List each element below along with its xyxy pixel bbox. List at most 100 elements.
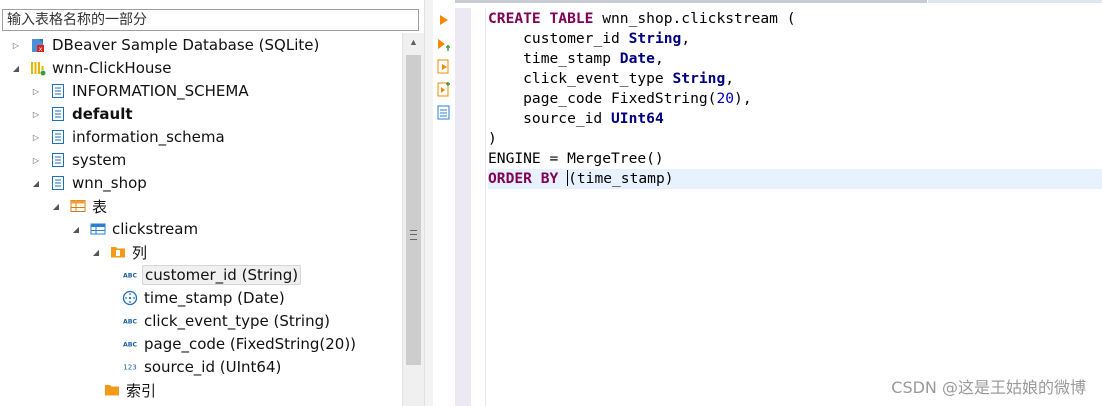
sql-text: , xyxy=(725,70,735,87)
code-line[interactable]: time_stamp Date, xyxy=(488,49,1102,69)
folder-icon xyxy=(104,382,120,398)
num-glyph: 123 xyxy=(123,363,137,372)
scrollbar-thumb[interactable] xyxy=(406,55,421,365)
execute-in-new-tab-button[interactable] xyxy=(436,37,452,53)
collapse-arrow-icon[interactable]: ◢ xyxy=(10,62,22,74)
tree-node-label: INFORMATION_SCHEMA xyxy=(72,82,249,100)
code-line[interactable]: ENGINE = MergeTree() xyxy=(488,149,1102,169)
tree-node-wnn-shop[interactable]: ◢ wnn_shop xyxy=(30,172,149,194)
tree-node-column-time-stamp[interactable]: time_stamp (Date) xyxy=(122,287,287,309)
tree-node-label: system xyxy=(72,151,127,169)
sql-type: UInt64 xyxy=(611,110,664,127)
tree-node-label: wnn-ClickHouse xyxy=(52,59,172,77)
execute-script-button[interactable] xyxy=(436,59,452,75)
code-line[interactable]: ) xyxy=(488,129,1102,149)
table-icon xyxy=(90,221,106,237)
columns-folder-icon xyxy=(110,244,126,260)
tree-node-label: 表 xyxy=(92,197,108,216)
expand-arrow-icon[interactable]: ▷ xyxy=(30,131,42,143)
sql-type: String xyxy=(672,70,726,87)
tree-node-tables-folder[interactable]: ◢ 表 xyxy=(50,195,109,217)
tree-node-default[interactable]: ▷ default xyxy=(30,103,135,125)
number-column-icon: 123 xyxy=(122,359,138,375)
code-line[interactable]: CREATE TABLE wnn_shop.clickstream ( xyxy=(488,9,1102,29)
sql-text: ), xyxy=(734,90,752,107)
string-column-icon: ABC xyxy=(122,313,138,329)
collapse-arrow-icon[interactable]: ◢ xyxy=(50,200,62,212)
tree-node-label: wnn_shop xyxy=(72,174,147,192)
tree-node-label: click_event_type (String) xyxy=(144,312,330,330)
abc-glyph: ABC xyxy=(123,273,138,280)
sql-code-area[interactable]: CREATE TABLE wnn_shop.clickstream ( cust… xyxy=(488,9,1102,189)
navigator-tree: ▷ x DBeaver Sample Database (SQLite) ◢ w… xyxy=(0,33,402,406)
explain-plan-button[interactable] xyxy=(436,105,452,121)
tree-node-label: customer_id (String) xyxy=(142,265,302,285)
sql-text: source_id xyxy=(488,110,612,127)
navigator-scrollbar[interactable]: ▲ xyxy=(402,33,424,406)
sql-editor[interactable]: CREATE TABLE wnn_shop.clickstream ( cust… xyxy=(433,0,1102,406)
tree-node-label: DBeaver Sample Database (SQLite) xyxy=(52,36,320,54)
schema-icon xyxy=(50,175,66,191)
tree-node-column-click-event-type[interactable]: ABC click_event_type (String) xyxy=(122,310,332,332)
database-navigator: ▷ x DBeaver Sample Database (SQLite) ◢ w… xyxy=(0,0,424,406)
code-line[interactable]: click_event_type String, xyxy=(488,69,1102,89)
tree-node-clickstream-table[interactable]: ◢ clickstream xyxy=(70,218,200,240)
code-line[interactable]: ORDER BY (time_stamp) xyxy=(488,169,1102,189)
collapse-arrow-icon[interactable]: ◢ xyxy=(90,246,102,258)
tree-node-sqlite-db[interactable]: ▷ x DBeaver Sample Database (SQLite) xyxy=(10,34,321,56)
tables-folder-icon xyxy=(70,198,86,214)
watermark: CSDN @这是王姑娘的微博 xyxy=(891,378,1086,397)
string-column-icon: ABC xyxy=(122,267,138,283)
tree-node-information-schema-lower[interactable]: ▷ information_schema xyxy=(30,126,227,148)
sql-text: ENGINE = MergeTree() xyxy=(488,150,664,167)
editor-tab-inactive[interactable] xyxy=(928,0,1102,3)
execute-statement-button[interactable] xyxy=(436,12,452,28)
tree-node-label: page_code (FixedString(20)) xyxy=(144,335,357,353)
tree-node-label: default xyxy=(72,105,133,123)
sql-text: customer_id xyxy=(488,30,629,47)
expand-arrow-icon[interactable]: ▷ xyxy=(30,154,42,166)
gutter-separator xyxy=(485,8,486,406)
grip-icon xyxy=(410,230,417,240)
collapse-arrow-icon[interactable]: ◢ xyxy=(30,177,42,189)
scroll-up-arrow-icon[interactable]: ▲ xyxy=(403,33,424,51)
collapse-arrow-icon[interactable]: ◢ xyxy=(70,223,82,235)
clickhouse-icon xyxy=(30,60,46,76)
sql-keyword: CREATE TABLE xyxy=(488,10,594,27)
schema-icon xyxy=(50,152,66,168)
tree-node-clickhouse[interactable]: ◢ wnn-ClickHouse xyxy=(10,57,173,79)
sql-text: , xyxy=(654,50,664,67)
code-line[interactable]: page_code FixedString(20), xyxy=(488,89,1102,109)
editor-annotation-gutter xyxy=(455,8,471,406)
tree-node-column-source-id[interactable]: 123 source_id (UInt64) xyxy=(122,356,283,378)
tree-node-column-customer-id[interactable]: ABC customer_id (String) xyxy=(122,264,302,286)
expand-arrow-icon[interactable]: ▷ xyxy=(30,85,42,97)
schema-icon xyxy=(50,83,66,99)
code-line[interactable]: customer_id String, xyxy=(488,29,1102,49)
abc-glyph: ABC xyxy=(123,319,138,326)
sql-text: (time_stamp) xyxy=(568,170,674,187)
code-line[interactable]: source_id UInt64 xyxy=(488,109,1102,129)
svg-text:x: x xyxy=(39,46,43,53)
tree-node-indexes-folder[interactable]: 索引 xyxy=(104,379,158,401)
sqlite-database-icon: x xyxy=(30,37,46,53)
editor-tab-active[interactable] xyxy=(433,0,927,3)
sql-text: page_code FixedString( xyxy=(488,90,717,107)
sql-type: String xyxy=(628,30,682,47)
sql-keyword: ORDER BY xyxy=(488,170,559,187)
table-filter-input[interactable] xyxy=(2,9,419,31)
tree-node-information-schema-upper[interactable]: ▷ INFORMATION_SCHEMA xyxy=(30,80,251,102)
editor-toolbar xyxy=(433,0,455,406)
sql-text: click_event_type xyxy=(488,70,673,87)
execute-script-new-tab-button[interactable] xyxy=(436,82,452,98)
tree-node-columns-folder[interactable]: ◢ 列 xyxy=(90,241,149,263)
expand-arrow-icon[interactable]: ▷ xyxy=(30,108,42,120)
sql-text: , xyxy=(681,30,691,47)
tree-node-column-page-code[interactable]: ABC page_code (FixedString(20)) xyxy=(122,333,358,355)
sql-number: 20 xyxy=(716,90,735,107)
play-new-tab-icon xyxy=(438,39,450,51)
expand-arrow-icon[interactable]: ▷ xyxy=(10,39,22,51)
tree-node-system[interactable]: ▷ system xyxy=(30,149,128,171)
script-run-new-tab-icon xyxy=(437,82,450,97)
